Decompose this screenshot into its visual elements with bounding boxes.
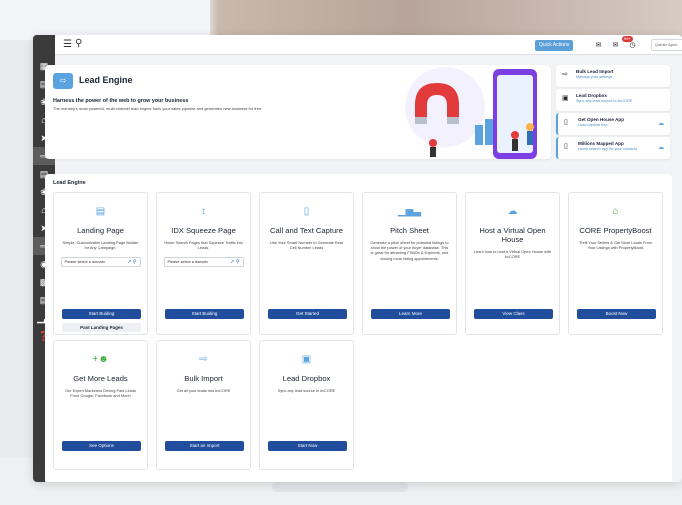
domain-select-value: Please select a domain bbox=[167, 259, 208, 265]
quick-link-bulk-lead-import[interactable]: ⇨ Bulk Lead Import Manage your settings bbox=[556, 65, 670, 87]
card-title: Call and Text Capture bbox=[270, 226, 343, 235]
bar-chart-icon: ▁▅▃ bbox=[397, 206, 422, 217]
hero-banner: ⇨ Lead Engine Harness the power of the w… bbox=[45, 65, 551, 159]
start-building-button[interactable]: Start Buiding bbox=[165, 309, 244, 319]
external-search-icon[interactable]: ➚ ⚲ bbox=[127, 258, 136, 266]
card-lead-dropbox: ▣ Lead Dropbox Sync any lead source in k… bbox=[259, 340, 354, 470]
card-title: Host a Virtual Open House bbox=[479, 226, 546, 244]
quick-link-open-house-app[interactable]: ▯ Get Open House App Lead capture tool ☁ bbox=[556, 113, 670, 135]
quick-actions-button[interactable]: Quick Actions bbox=[535, 40, 574, 51]
cloud-download-icon[interactable]: ☁ bbox=[658, 144, 664, 151]
start-building-button[interactable]: Start Buiding bbox=[62, 309, 141, 319]
card-description: Simple, Customizable Landing Page Builde… bbox=[62, 240, 139, 251]
lead-engine-section: Lead Engine ▤ Landing Page Simple, Custo… bbox=[45, 174, 672, 482]
card-title: CORE PropertyBoost bbox=[579, 226, 652, 235]
card-title: IDX Squeeze Page bbox=[171, 226, 236, 235]
quick-link-title: Lead Dropbox bbox=[576, 93, 607, 98]
learn-more-button[interactable]: Learn More bbox=[371, 309, 450, 319]
top-bar: ☰ ⚲ Quick Actions ✉ ✉ 99+ ◷ Quentin Agen… bbox=[55, 35, 682, 55]
boost-now-button[interactable]: Boost Now bbox=[577, 309, 656, 319]
card-pitch-sheet: ▁▅▃ Pitch Sheet Generate a pitch sheet f… bbox=[362, 192, 457, 335]
card-get-more-leads: +☻ Get More Leads Our Expert Marketers D… bbox=[53, 340, 148, 470]
card-bulk-import: ⇨ Bulk Import Get all your leads into kv… bbox=[156, 340, 251, 470]
domain-select-value: Please select a domain bbox=[64, 259, 105, 265]
external-search-icon[interactable]: ➚ ⚲ bbox=[230, 258, 239, 266]
magnet-illustration bbox=[405, 67, 537, 159]
background-panel bbox=[0, 0, 210, 40]
card-description: Thrill Your Sellers & Get More Leads Fro… bbox=[578, 240, 653, 251]
user-menu[interactable]: Quentin Agent bbox=[651, 39, 682, 51]
quick-link-subtitle[interactable]: Sync any lead source to kvCORE bbox=[576, 99, 666, 103]
section-title: Lead Engine bbox=[53, 180, 86, 186]
search-icon[interactable]: ⚲ bbox=[75, 38, 82, 49]
inbox-icon[interactable]: ✉ bbox=[610, 40, 621, 51]
card-landing-page: ▤ Landing Page Simple, Customizable Land… bbox=[53, 192, 148, 335]
clock-icon[interactable]: ◷ bbox=[627, 40, 638, 51]
card-description: Generate a pitch sheet for potential lis… bbox=[370, 240, 449, 261]
page-title: Lead Engine bbox=[79, 75, 133, 85]
card-idx-squeeze-page: ↕ IDX Squeeze Page Home Search Pages tha… bbox=[156, 192, 251, 335]
quick-link-subtitle[interactable]: Home search app for your contacts bbox=[578, 147, 666, 151]
logo bbox=[33, 35, 55, 57]
quick-link-title: Get Open House App bbox=[578, 117, 625, 122]
quick-link-subtitle[interactable]: Lead capture tool bbox=[578, 123, 666, 127]
card-description: Get all your leads into kvCORE bbox=[176, 388, 231, 393]
start-import-button[interactable]: Start an Import bbox=[165, 441, 244, 451]
import-icon: ⇨ bbox=[562, 71, 568, 78]
quick-link-title: Bulk Lead Import bbox=[576, 69, 614, 74]
card-description: Our Expert Marketers Driving Paid Leads … bbox=[65, 388, 136, 399]
cloud-icon: ☁ bbox=[507, 206, 518, 217]
hamburger-menu-icon[interactable]: ☰ bbox=[63, 39, 72, 50]
card-description: Sync any lead source in kvCORE bbox=[277, 388, 336, 393]
import-icon: ⇨ bbox=[199, 354, 208, 365]
get-started-button[interactable]: Get Started bbox=[268, 309, 347, 319]
start-now-button[interactable]: Start Now bbox=[268, 441, 347, 451]
lead-engine-icon: ⇨ bbox=[53, 73, 73, 89]
squeeze-icon: ↕ bbox=[201, 206, 206, 217]
see-options-button[interactable]: See Options bbox=[62, 441, 141, 451]
cloud-download-icon[interactable]: ☁ bbox=[658, 120, 664, 127]
people-add-icon: +☻ bbox=[92, 354, 109, 365]
view-class-button[interactable]: View Class bbox=[474, 309, 553, 319]
dropbox-icon: ▣ bbox=[301, 354, 312, 365]
quick-links: ⇨ Bulk Lead Import Manage your settings … bbox=[556, 65, 670, 159]
domain-select[interactable]: Please select a domain ➚ ⚲ bbox=[163, 257, 244, 268]
card-virtual-open-house: ☁ Host a Virtual Open House Learn how to… bbox=[465, 192, 560, 335]
quick-link-lead-dropbox[interactable]: ▣ Lead Dropbox Sync any lead source to k… bbox=[556, 89, 670, 111]
card-title: Get More Leads bbox=[73, 374, 128, 383]
tablet-icon: ▯ bbox=[564, 119, 568, 126]
card-title: Pitch Sheet bbox=[390, 226, 429, 235]
card-title: Landing Page bbox=[77, 226, 124, 235]
hero-subtitle: The industry's most powerful, multi-chan… bbox=[53, 106, 263, 111]
quick-link-title: Millions Mapped App bbox=[578, 141, 624, 146]
card-title: Lead Dropbox bbox=[282, 374, 331, 383]
phone-icon: ▯ bbox=[303, 206, 310, 217]
card-call-and-text-capture: ▯ Call and Text Capture Use Your Smart N… bbox=[259, 192, 354, 335]
property-boost-icon: ⌂ bbox=[612, 206, 619, 217]
card-description: Use Your Smart Number to Generate Real C… bbox=[270, 240, 343, 251]
tablet-icon: ▯ bbox=[564, 143, 568, 150]
hero-headline: Harness the power of the web to grow you… bbox=[53, 98, 189, 104]
card-core-propertyboost: ⌂ CORE PropertyBoost Thrill Your Sellers… bbox=[568, 192, 663, 335]
mail-icon[interactable]: ✉ bbox=[593, 40, 604, 51]
past-landing-pages-button[interactable]: Past Landing Pages bbox=[62, 323, 141, 332]
app-window: ▦ ▤ ❀ ⌂ ➤ ⇨ ▤ ❀ ⌂ ➤ ⇨ ◉ ▩ ▤ ▁▃ ❓ ☰ ⚲ Qui… bbox=[33, 35, 682, 482]
landing-page-icon: ▤ bbox=[95, 206, 106, 217]
quick-link-millions-mapped-app[interactable]: ▯ Millions Mapped App Home search app fo… bbox=[556, 137, 670, 159]
domain-select[interactable]: Please select a domain ➚ ⚲ bbox=[60, 257, 141, 268]
quick-link-subtitle[interactable]: Manage your settings bbox=[576, 75, 666, 79]
card-description: Home Search Pages that Squeeze Traffic i… bbox=[164, 240, 243, 251]
background-device-base bbox=[272, 482, 408, 492]
card-title: Bulk Import bbox=[184, 374, 223, 383]
card-description: Learn how to host a Virtual Open House w… bbox=[473, 249, 552, 260]
dropbox-icon: ▣ bbox=[562, 95, 569, 102]
